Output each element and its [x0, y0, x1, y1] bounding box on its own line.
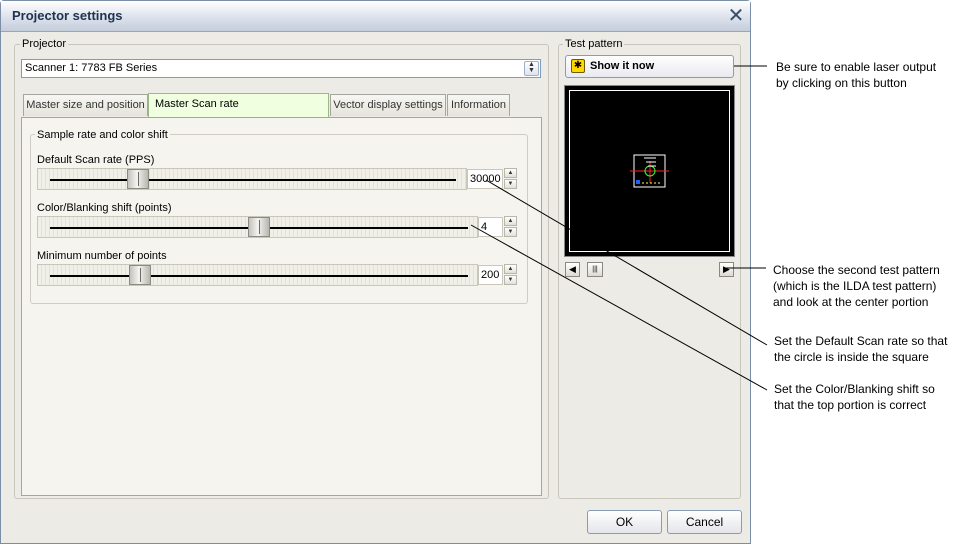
annotation-laser-output: Be sure to enable laser output by clicki… [776, 59, 936, 91]
annotation-text: and look at the center portion [773, 295, 929, 309]
annotation-test-pattern: Choose the second test pattern (which is… [773, 262, 940, 310]
annotation-text: the circle is inside the square [774, 350, 929, 364]
annotation-text: Set the Default Scan rate so that [774, 334, 948, 348]
annotation-text: Set the Color/Blanking shift so [774, 382, 935, 396]
annotation-color-shift: Set the Color/Blanking shift so that the… [774, 381, 935, 413]
annotation-text: Be sure to enable laser output [776, 60, 937, 74]
annotation-line-3 [485, 179, 768, 346]
annotation-scan-rate: Set the Default Scan rate so that the ci… [774, 333, 947, 365]
annotation-text: Choose the second test pattern [773, 263, 940, 277]
annotation-text: (which is the ILDA test pattern) [773, 279, 937, 293]
annotation-text: by clicking on this button [776, 76, 907, 90]
annotation-text: that the top portion is correct [774, 398, 927, 412]
annotation-line-4 [470, 224, 768, 391]
